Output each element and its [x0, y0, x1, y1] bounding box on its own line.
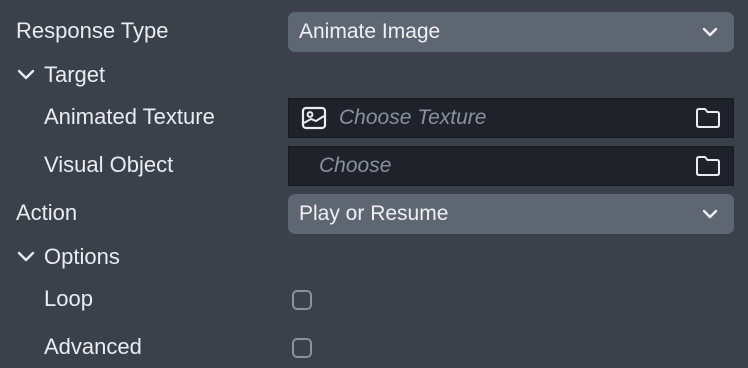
chevron-down-icon — [702, 27, 718, 37]
animated-texture-label: Animated Texture — [44, 104, 215, 129]
chevron-down-icon — [17, 69, 35, 80]
animated-texture-placeholder: Choose Texture — [339, 106, 487, 129]
visual-object-chooser[interactable]: Choose — [288, 146, 734, 186]
loop-label: Loop — [44, 286, 93, 311]
visual-object-placeholder: Choose — [319, 154, 392, 177]
target-section-toggle[interactable]: Target — [16, 62, 105, 88]
action-label: Action — [16, 200, 78, 225]
response-type-label: Response Type — [16, 18, 169, 43]
target-section-label: Target — [44, 62, 106, 87]
options-section-toggle[interactable]: Options — [16, 244, 120, 270]
chevron-down-icon — [702, 209, 718, 219]
advanced-label: Advanced — [44, 334, 142, 359]
visual-object-label: Visual Object — [44, 152, 174, 177]
chevron-down-icon — [17, 251, 35, 262]
loop-checkbox[interactable] — [292, 290, 312, 310]
response-type-dropdown[interactable]: Animate Image — [288, 12, 734, 52]
action-value: Play or Resume — [299, 202, 449, 225]
action-dropdown[interactable]: Play or Resume — [288, 194, 734, 234]
image-icon — [301, 106, 327, 130]
advanced-checkbox[interactable] — [292, 338, 312, 358]
folder-icon[interactable] — [695, 107, 721, 129]
folder-icon[interactable] — [695, 155, 721, 177]
options-section-label: Options — [44, 244, 120, 269]
animated-texture-chooser[interactable]: Choose Texture — [288, 98, 734, 138]
response-type-value: Animate Image — [299, 20, 441, 43]
